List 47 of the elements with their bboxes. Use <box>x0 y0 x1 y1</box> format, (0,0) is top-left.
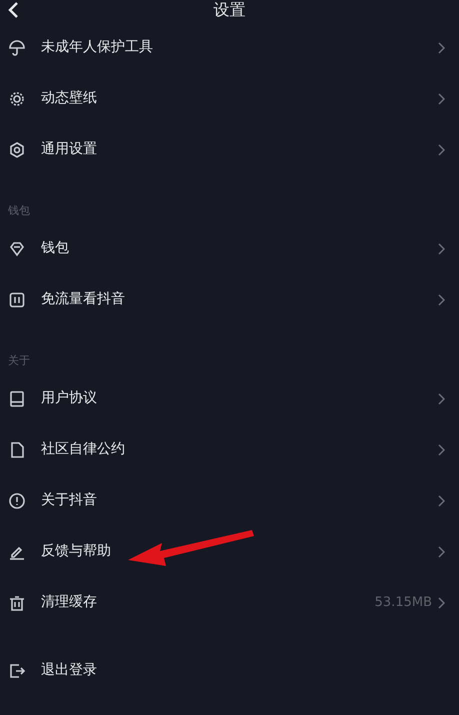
settings-row[interactable]: 关于抖音 <box>0 475 459 526</box>
row-label: 清理缓存 <box>41 593 97 612</box>
chevron-icon <box>438 596 445 608</box>
settings-row[interactable]: 钱包 <box>0 223 459 274</box>
row-label: 钱包 <box>41 239 69 258</box>
row-label: 退出登录 <box>41 661 97 680</box>
settings-row[interactable]: 用户协议 <box>0 373 459 424</box>
logout-icon <box>8 662 26 680</box>
row-label: 免流量看抖音 <box>41 290 125 309</box>
settings-row[interactable]: 通用设置 <box>0 124 459 175</box>
page-title: 设置 <box>214 0 246 21</box>
row-label: 用户协议 <box>41 389 97 408</box>
back-icon[interactable] <box>6 1 20 19</box>
book-icon <box>8 390 26 408</box>
info-icon <box>8 492 26 510</box>
diamond-icon <box>8 240 26 258</box>
row-label: 反馈与帮助 <box>41 542 111 561</box>
settings-row[interactable]: 清理缓存 53.15MB <box>0 577 459 628</box>
document-icon <box>8 440 26 458</box>
chevron-icon <box>438 546 445 558</box>
row-label: 社区自律公约 <box>41 440 125 459</box>
chevron-icon <box>438 42 445 54</box>
settings-row[interactable]: 反馈与帮助 <box>0 526 459 577</box>
chevron-icon <box>438 242 445 254</box>
umbrella-icon <box>8 38 26 56</box>
chevron-icon <box>438 92 445 104</box>
settings-row[interactable]: 退出登录 <box>0 645 459 696</box>
row-label: 通用设置 <box>41 140 97 159</box>
row-label: 动态壁纸 <box>41 89 97 108</box>
trash-icon <box>8 594 26 612</box>
row-label: 未成年人保护工具 <box>41 38 153 57</box>
settings-icon <box>8 140 26 158</box>
chevron-icon <box>438 444 445 456</box>
square-icon <box>8 290 26 308</box>
gear-icon <box>8 90 26 108</box>
settings-row[interactable]: 动态壁纸 <box>0 73 459 124</box>
chevron-icon <box>438 392 445 404</box>
chevron-icon <box>438 494 445 506</box>
section-header: 关于 <box>8 352 30 368</box>
chevron-icon <box>438 144 445 156</box>
row-label: 关于抖音 <box>41 491 97 510</box>
settings-row[interactable]: 免流量看抖音 <box>0 274 459 325</box>
chevron-icon <box>438 294 445 306</box>
cache-size: 53.15MB <box>374 594 432 612</box>
section-header: 钱包 <box>8 202 30 218</box>
settings-row[interactable]: 未成年人保护工具 <box>0 22 459 73</box>
settings-row[interactable]: 社区自律公约 <box>0 424 459 475</box>
